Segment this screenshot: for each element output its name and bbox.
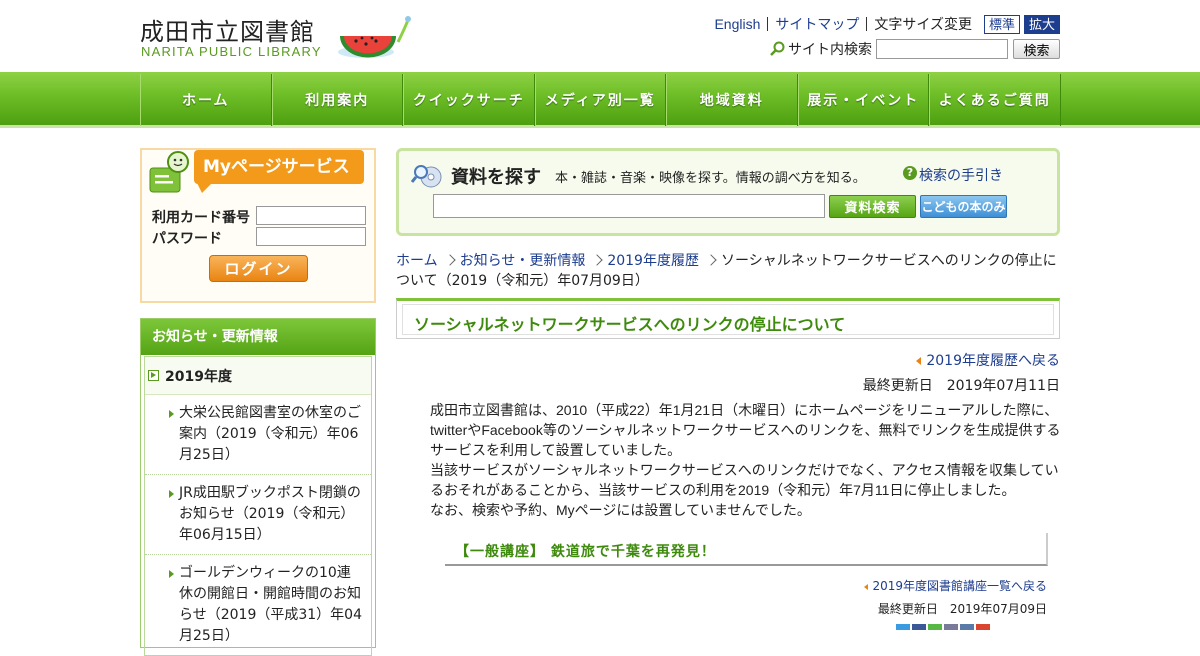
material-search-button[interactable]: 資料検索 <box>829 195 916 218</box>
password-label: パスワード <box>152 231 222 247</box>
breadcrumb-home[interactable]: ホーム <box>396 253 438 269</box>
news-list: 2019年度 大栄公民館図書室の休室のご案内（2019（令和元）年06月25日）… <box>144 356 372 656</box>
share-buttons <box>896 624 990 630</box>
mypage-title: Myページサービス <box>194 150 364 184</box>
twitter-icon[interactable] <box>896 624 910 630</box>
utility-links: English サイトマップ 文字サイズ変更 標準 拡大 <box>707 14 1060 34</box>
article-paragraph: なお、検索や予約、Myページには設置していませんでした。 <box>430 502 811 518</box>
user-card-icon <box>149 151 189 193</box>
breadcrumb-year-history[interactable]: 2019年度履歴 <box>607 253 699 269</box>
breadcrumb-separator-icon <box>591 254 603 266</box>
news-year-label: 2019年度 <box>165 368 232 385</box>
site-logo-title[interactable]: 成田市立図書館 <box>140 12 315 47</box>
site-logo-subtitle[interactable]: NARITA PUBLIC LIBRARY <box>141 44 322 59</box>
breadcrumb-separator-icon <box>443 254 456 266</box>
mail-icon[interactable] <box>976 624 990 630</box>
back-to-year-history-link[interactable]: 2019年度履歴へ戻る <box>916 350 1060 370</box>
mypage-title-pointer <box>196 181 214 193</box>
nav-usage-guide[interactable]: 利用案内 <box>271 74 403 126</box>
page-title: ソーシャルネットワークサービスへのリンクの停止について <box>414 315 846 334</box>
news-item-link[interactable]: 大栄公民館図書室の休室のご案内（2019（令和元）年06月25日） <box>145 395 371 475</box>
article-paragraph: 当該サービスがソーシャルネットワークサービスへのリンクだけでなく、アクセス情報を… <box>430 462 1059 498</box>
facebook-icon[interactable] <box>912 624 926 630</box>
nav-home[interactable]: ホーム <box>140 74 272 126</box>
material-search-title: 資料を探す <box>451 167 541 188</box>
card-number-input[interactable] <box>256 206 366 225</box>
site-search-label: サイト内検索 <box>788 41 872 57</box>
embedded-page-title-box: 【一般講座】 鉄道旅で千葉を再発見！ <box>445 533 1048 566</box>
font-size-standard-button[interactable]: 標準 <box>983 14 1020 34</box>
material-search-panel: 資料を探す 本・雑誌・音楽・映像を探す。情報の調べ方を知る。 ? 検索の手引き … <box>396 148 1060 236</box>
nav-faq[interactable]: よくあるご質問 <box>929 74 1061 126</box>
page-title-box: ソーシャルネットワークサービスへのリンクの停止について <box>396 298 1060 339</box>
expand-arrow-icon <box>148 370 159 381</box>
news-year-heading[interactable]: 2019年度 <box>145 357 371 395</box>
material-search-description: 本・雑誌・音楽・映像を探す。情報の調べ方を知る。 <box>555 171 866 186</box>
card-number-label: 利用カード番号 <box>152 210 250 226</box>
font-size-label: 文字サイズ変更 <box>874 16 972 32</box>
article-paragraph: 成田市立図書館は、2010（平成22）年1月21日（木曜日）にホームページをリニ… <box>430 402 1061 458</box>
embedded-page-title: 【一般講座】 鉄道旅で千葉を再発見！ <box>455 544 716 560</box>
font-size-large-button[interactable]: 拡大 <box>1023 14 1060 34</box>
site-search-button[interactable]: 検索 <box>1013 39 1060 59</box>
news-item-link[interactable]: ゴールデンウィークの10連休の開館日・開館時間のお知らせ（2019（平成31）年… <box>145 555 371 656</box>
password-input[interactable] <box>256 227 366 246</box>
nav-media-list[interactable]: メディア別一覧 <box>534 74 666 126</box>
nav-events[interactable]: 展示・イベント <box>797 74 929 126</box>
search-guide-link[interactable]: 検索の手引き <box>919 165 1003 185</box>
magnifier-disc-icon <box>411 165 442 188</box>
news-title[interactable]: お知らせ・更新情報 <box>141 319 375 355</box>
kids-books-search-button[interactable]: こどもの本のみ <box>920 195 1007 218</box>
back-to-lecture-list-link[interactable]: 2019年度図書館講座一覧へ戻る <box>864 577 1047 594</box>
site-header: 成田市立図書館 NARITA PUBLIC LIBRARY English サイ… <box>0 0 1200 72</box>
nav-quick-search[interactable]: クイックサーチ <box>403 74 535 126</box>
last-updated: 最終更新日 2019年07月11日 <box>862 378 1060 394</box>
watermelon-mascot-icon <box>338 16 411 58</box>
material-search-input[interactable] <box>433 194 825 218</box>
mypage-login-panel: Myページサービス 利用カード番号 パスワード ログイン <box>140 148 376 303</box>
line-icon[interactable] <box>928 624 942 630</box>
breadcrumb: ホーム お知らせ・更新情報 2019年度履歴 ソーシャルネットワークサービスへのリンク… <box>396 251 1060 291</box>
nav-local-materials[interactable]: 地域資料 <box>666 74 798 126</box>
help-icon: ? <box>903 166 917 180</box>
share-icon[interactable] <box>944 624 958 630</box>
article-body: 成田市立図書館は、2010（平成22）年1月21日（木曜日）にホームページをリニ… <box>430 400 1062 520</box>
embedded-last-updated: 最終更新日 2019年07月09日 <box>877 602 1047 616</box>
breadcrumb-news[interactable]: お知らせ・更新情報 <box>460 253 586 269</box>
news-item-link[interactable]: JR成田駅ブックポスト閉鎖のお知らせ（2019（令和元）年06月15日） <box>145 475 371 555</box>
password-row: パスワード <box>152 227 366 248</box>
sitemap-link[interactable]: サイトマップ <box>768 17 868 31</box>
site-search-input[interactable] <box>876 39 1008 59</box>
card-number-row: 利用カード番号 <box>152 206 366 227</box>
breadcrumb-separator-icon <box>705 254 717 266</box>
news-sidebar: お知らせ・更新情報 2019年度 大栄公民館図書室の休室のご案内（2019（令和… <box>140 318 376 656</box>
global-nav: ホーム 利用案内 クイックサーチ メディア別一覧 地域資料 展示・イベント よく… <box>140 74 1061 126</box>
login-button[interactable]: ログイン <box>209 255 308 282</box>
site-search: サイト内検索 検索 <box>769 39 1060 59</box>
search-icon <box>770 41 785 56</box>
bookmark-icon[interactable] <box>960 624 974 630</box>
english-link[interactable]: English <box>707 17 769 31</box>
